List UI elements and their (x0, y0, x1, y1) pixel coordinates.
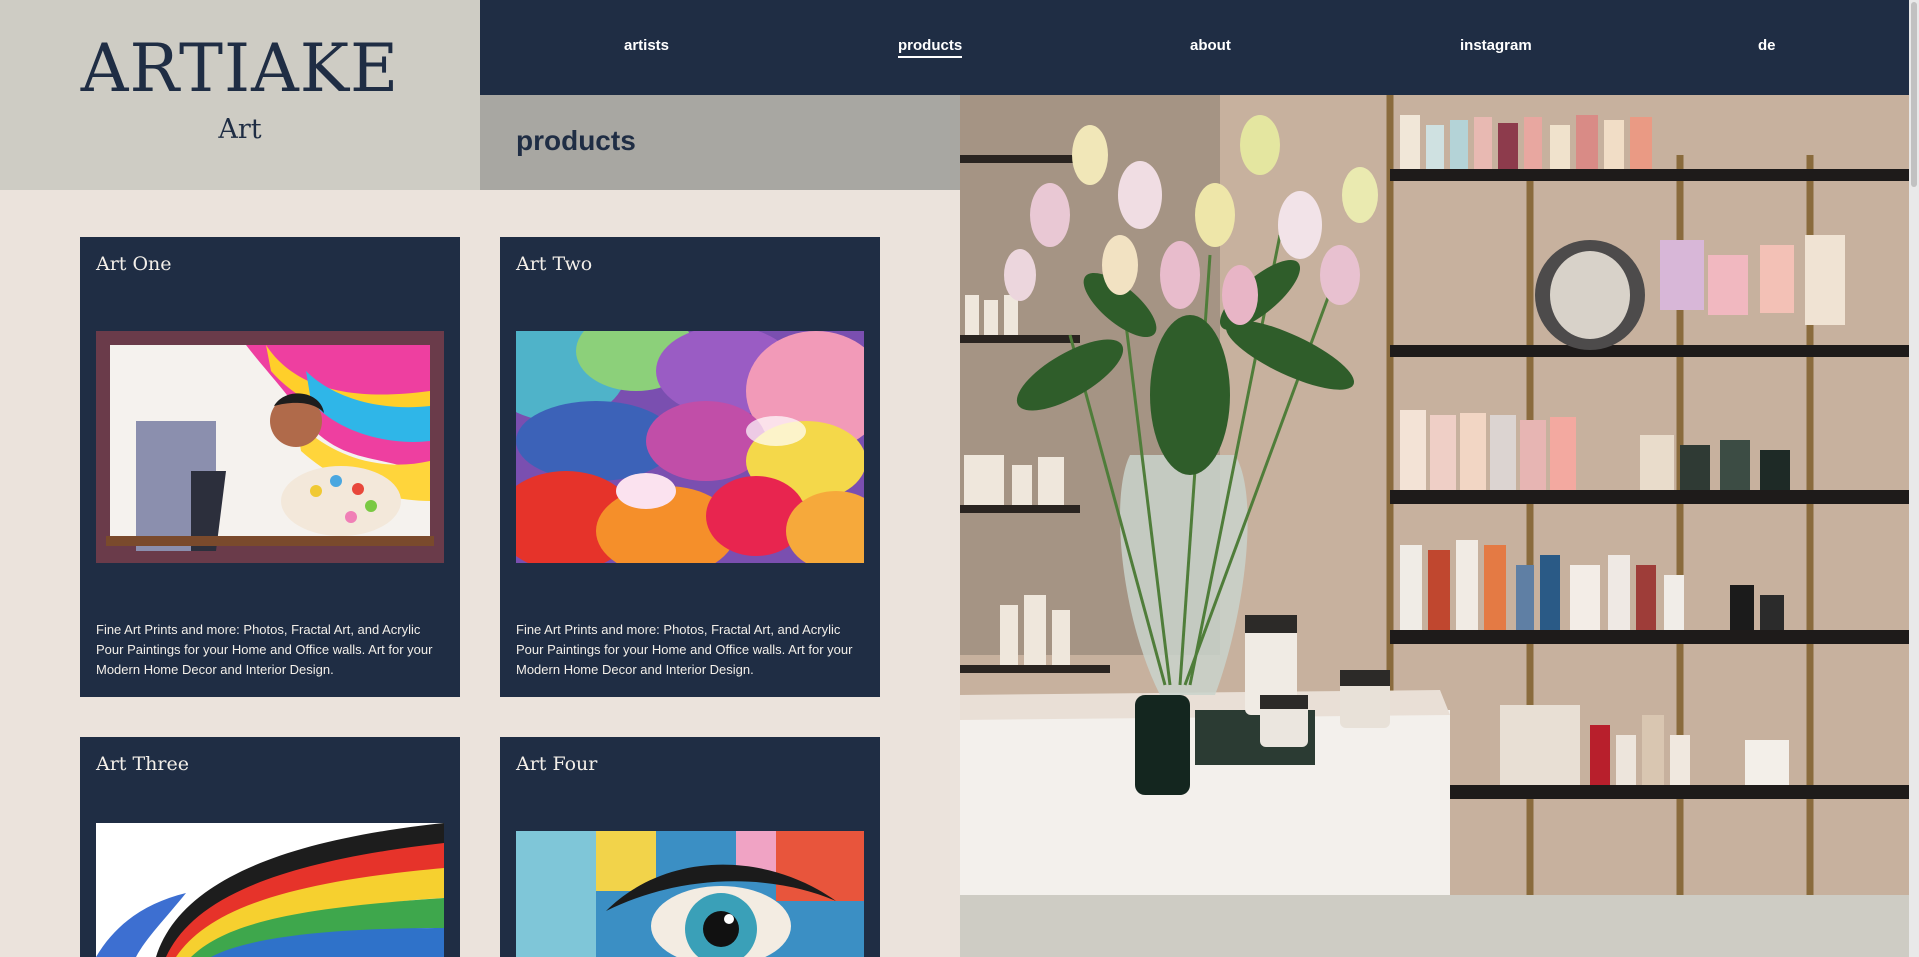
page-title-bar: products (480, 95, 960, 190)
store-interior-illustration (960, 95, 1919, 895)
product-card-art-three[interactable]: Art Three (80, 737, 460, 957)
card-description: Fine Art Prints and more: Photos, Fracta… (96, 622, 433, 677)
card-image-art-one[interactable] (96, 331, 444, 563)
painter-illustration (96, 331, 444, 563)
card-title: Art One (96, 253, 172, 275)
product-card-art-two[interactable]: Art Two Fine Art Prints and more: Photos… (500, 237, 880, 697)
card-image-art-four[interactable] (516, 831, 864, 957)
card-title: Art Two (516, 253, 593, 275)
page-scrollbar[interactable] (1909, 0, 1919, 957)
card-description: Fine Art Prints and more: Photos, Fracta… (516, 622, 853, 677)
top-navigation: artists products about instagram de (480, 0, 1919, 95)
product-card-art-one[interactable]: Art One Fine Art Prints and more: Photos… (80, 237, 460, 697)
page-title: products (516, 125, 636, 156)
acrylic-pour-painting (516, 331, 864, 563)
brand-sub: Art (218, 114, 262, 145)
nav-instagram[interactable]: instagram (1460, 36, 1532, 56)
nav-language[interactable]: de (1758, 36, 1776, 56)
card-title: Art Four (516, 753, 598, 775)
nav-artists[interactable]: artists (624, 36, 669, 56)
hero-bottom-strip (960, 895, 1919, 957)
nav-products[interactable]: products (898, 36, 963, 58)
eye-painting (516, 831, 864, 957)
card-image-art-two[interactable] (516, 331, 864, 563)
nav-about[interactable]: about (1190, 36, 1231, 56)
card-title: Art Three (96, 753, 189, 775)
scrollbar-thumb[interactable] (1911, 2, 1917, 187)
rainbow-hair-painting (96, 823, 444, 957)
card-image-art-three[interactable] (96, 823, 444, 957)
product-card-art-four[interactable]: Art Four (500, 737, 880, 957)
logo[interactable]: ARTIAKE Art (0, 0, 480, 190)
hero-store-image (960, 95, 1919, 895)
brand-name: ARTIAKE (80, 30, 400, 107)
